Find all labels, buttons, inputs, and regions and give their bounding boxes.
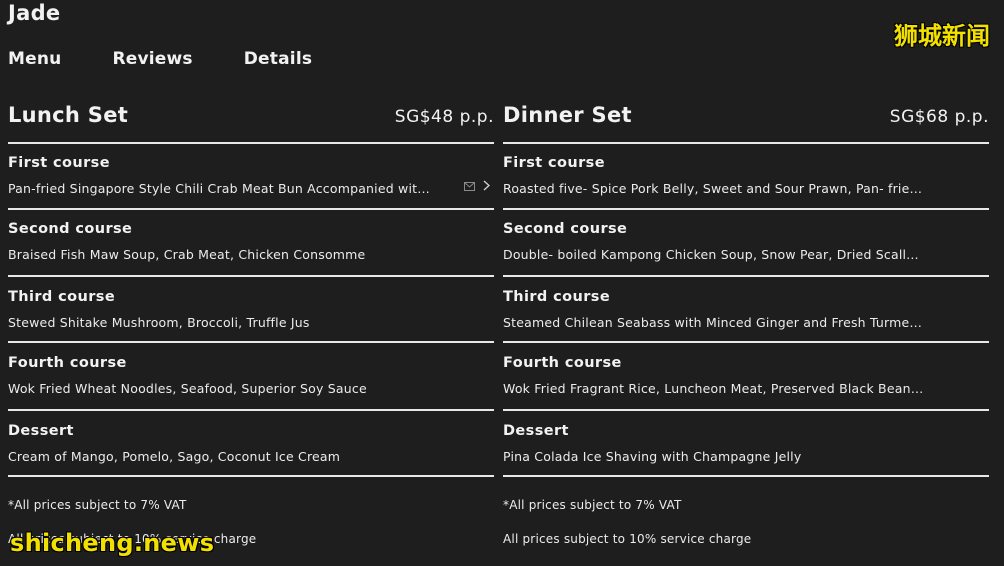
divider: [8, 208, 494, 210]
course-description: Braised Fish Maw Soup, Crab Meat, Chicke…: [8, 247, 366, 262]
divider: [503, 142, 989, 144]
divider: [503, 409, 989, 411]
course-row[interactable]: Third course Stewed Shitake Mushroom, Br…: [8, 287, 494, 332]
divider: [503, 275, 989, 277]
course-description: Wok Fried Fragrant Rice, Luncheon Meat, …: [503, 381, 924, 396]
course-row[interactable]: Second course Double- boiled Kampong Chi…: [503, 219, 989, 264]
course-row[interactable]: Fourth course Wok Fried Fragrant Rice, L…: [503, 353, 989, 398]
course-name: First course: [8, 155, 110, 171]
course-description: Pina Colada Ice Shaving with Champagne J…: [503, 449, 802, 464]
course-description: Stewed Shitake Mushroom, Broccoli, Truff…: [8, 315, 310, 330]
dinner-set-price: SG$68 p.p.: [889, 107, 989, 127]
vat-note: *All prices subject to 7% VAT: [8, 498, 187, 512]
dinner-set-title: Dinner Set: [503, 103, 632, 127]
divider: [503, 208, 989, 210]
course-row[interactable]: Fourth course Wok Fried Wheat Noodles, S…: [8, 353, 494, 398]
course-row[interactable]: Second course Braised Fish Maw Soup, Cra…: [8, 219, 494, 264]
divider: [8, 409, 494, 411]
course-row[interactable]: First course Roasted five- Spice Pork Be…: [503, 153, 989, 198]
course-name: Dessert: [8, 423, 74, 439]
course-name: Dessert: [503, 423, 569, 439]
watermark-en: shicheng.news: [10, 529, 215, 557]
vat-note: *All prices subject to 7% VAT: [503, 498, 682, 512]
course-name: First course: [503, 155, 605, 171]
course-description: Steamed Chilean Seabass with Minced Ging…: [503, 315, 923, 330]
tab-bar: Menu Reviews Details: [8, 49, 363, 69]
watermark-cn: 狮城新闻: [894, 21, 990, 50]
envelope-icon[interactable]: [464, 181, 475, 194]
divider: [503, 475, 989, 477]
course-name: Second course: [8, 221, 133, 237]
tab-reviews[interactable]: Reviews: [112, 49, 192, 69]
course-description: Wok Fried Wheat Noodles, Seafood, Superi…: [8, 381, 367, 396]
course-name: Second course: [503, 221, 628, 237]
divider: [8, 142, 494, 144]
divider: [8, 275, 494, 277]
tab-menu[interactable]: Menu: [8, 49, 61, 69]
divider: [8, 341, 494, 343]
course-name: Fourth course: [503, 355, 622, 371]
service-charge-note: All prices subject to 10% service charge: [503, 532, 752, 546]
course-row[interactable]: Dessert Pina Colada Ice Shaving with Cha…: [503, 421, 989, 466]
row-icons: [464, 179, 491, 195]
lunch-set-price: SG$48 p.p.: [394, 107, 494, 127]
app-title: Jade: [8, 1, 61, 25]
tab-details[interactable]: Details: [244, 49, 312, 69]
lunch-set-title: Lunch Set: [8, 103, 129, 127]
divider: [503, 341, 989, 343]
course-description: Double- boiled Kampong Chicken Soup, Sno…: [503, 247, 919, 262]
course-name: Third course: [8, 289, 116, 305]
lunch-set-header: Lunch Set SG$48 p.p.: [8, 103, 494, 127]
course-description: Roasted five- Spice Pork Belly, Sweet an…: [503, 181, 923, 196]
course-row[interactable]: Third course Steamed Chilean Seabass wit…: [503, 287, 989, 332]
course-row[interactable]: Dessert Cream of Mango, Pomelo, Sago, Co…: [8, 421, 494, 466]
course-description: Pan-fried Singapore Style Chili Crab Mea…: [8, 181, 430, 196]
course-description: Cream of Mango, Pomelo, Sago, Coconut Ic…: [8, 449, 341, 464]
chevron-right-icon[interactable]: [483, 179, 491, 195]
course-row[interactable]: First course Pan-fried Singapore Style C…: [8, 153, 494, 198]
divider: [8, 475, 494, 477]
course-name: Fourth course: [8, 355, 127, 371]
dinner-set-header: Dinner Set SG$68 p.p.: [503, 103, 989, 127]
course-name: Third course: [503, 289, 611, 305]
